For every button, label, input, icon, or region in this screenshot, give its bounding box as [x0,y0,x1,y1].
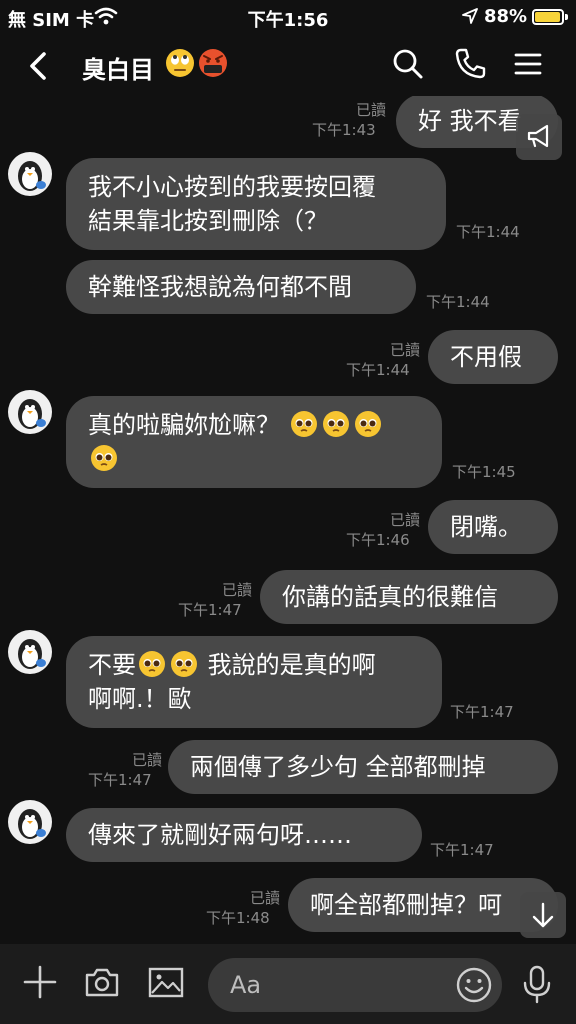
message-bubble-received[interactable]: 不要 我說的是真的啊 啊啊.！歐 [66,636,442,728]
message-bubble-received[interactable]: 傳來了就剛好兩句呀…… [66,808,422,862]
menu-icon[interactable] [510,46,546,82]
message-text: 兩個傳了多少句 全部都刪掉 [190,753,486,781]
message-bubble-sent[interactable]: 不用假 [428,330,558,384]
message-time: 下午1:44 [426,293,490,311]
read-receipt: 已讀 [389,511,420,529]
message-text-line: 結果靠北按到刪除（？ [88,207,328,235]
microphone-icon[interactable] [520,964,554,1004]
penguin-avatar-icon [18,161,46,191]
announcement-button[interactable] [516,114,562,160]
message-bubble-sent[interactable]: 閉嘴。 [428,500,558,554]
message-text: 不用假 [450,343,522,371]
message-text: 你講的話真的很難信 [282,583,498,611]
message-text-line: 啊啊.！歐 [88,685,192,713]
pleading-face-emoji-icon [290,411,317,437]
message-text: 傳來了就剛好兩句呀…… [88,821,352,849]
read-receipt: 已讀 [389,341,420,359]
message-text: 幹難怪我想說為何都不間 [88,273,352,301]
message-time: 下午1:47 [450,703,514,721]
message-meta: 已讀 下午1:44 [346,340,420,380]
message-text: 好 我不看 [418,107,522,135]
arrow-down-icon [532,902,554,928]
message-time: 下午1:44 [456,223,520,241]
message-text: 閉嘴。 [450,513,522,541]
read-receipt: 已讀 [249,889,280,907]
message-text-line: 我不小心按到的我要按回覆 [88,173,376,201]
message-bubble-received[interactable]: 我不小心按到的我要按回覆 結果靠北按到刪除（？ [66,158,446,250]
message-meta: 已讀 下午1:48 [206,888,280,928]
avatar[interactable] [8,152,52,196]
phone-icon[interactable] [452,46,488,82]
message-text: 不要 [88,651,136,679]
chat-messages[interactable]: 已讀 下午1:43 好 我不看 我不小心按到的我要按回覆 結果靠北按到刪除（？ … [0,96,576,944]
message-bubble-sent[interactable]: 啊全部都刪掉？呵 [288,878,558,932]
message-bubble-sent[interactable]: 兩個傳了多少句 全部都刪掉 [168,740,558,794]
message-meta: 已讀 下午1:43 [312,100,386,140]
cursing-emoji-icon [199,49,227,77]
message-text: 啊全部都刪掉？呵 [310,891,502,919]
message-time: 下午1:47 [88,771,152,789]
battery-percent: 88% [484,6,528,27]
message-bubble-sent[interactable]: 你講的話真的很難信 [260,570,558,624]
camera-icon[interactable] [82,962,122,1002]
read-receipt: 已讀 [131,751,162,769]
message-text: 我說的是真的啊 [207,651,376,679]
message-time: 下午1:45 [452,463,516,481]
message-text: 真的啦騙妳尬嘛？ [88,411,280,439]
plus-icon[interactable] [20,962,60,1002]
message-bubble-received[interactable]: 真的啦騙妳尬嘛？ [66,396,442,488]
message-time: 下午1:47 [430,841,494,859]
message-time: 下午1:46 [346,531,410,549]
emoji-icon[interactable] [455,966,493,1004]
avatar[interactable] [8,390,52,434]
message-meta: 已讀 下午1:47 [178,580,252,620]
penguin-avatar-icon [18,399,46,429]
message-meta: 已讀 下午1:47 [88,750,162,790]
message-time: 下午1:44 [346,361,410,379]
pleading-face-emoji-icon [354,411,381,437]
message-meta: 已讀 下午1:46 [346,510,420,550]
megaphone-icon [527,124,549,148]
eye-roll-emoji-icon [166,49,194,77]
battery-tip [565,14,568,20]
pleading-face-emoji-icon [91,445,117,471]
pleading-face-emoji-icon [139,651,165,677]
avatar[interactable] [8,630,52,674]
back-icon[interactable] [20,46,60,86]
avatar[interactable] [8,800,52,844]
pleading-face-emoji-icon [322,411,349,437]
message-time: 下午1:43 [312,121,376,139]
pleading-face-emoji-icon [171,651,197,677]
penguin-avatar-icon [18,639,46,669]
search-icon[interactable] [390,46,426,82]
battery-icon [532,9,564,25]
chat-header: 臭白目 [0,34,576,96]
penguin-avatar-icon [18,809,46,839]
location-arrow-icon [462,8,478,24]
message-bubble-received[interactable]: 幹難怪我想說為何都不間 [66,260,416,314]
image-icon[interactable] [146,962,186,1002]
message-time: 下午1:47 [178,601,242,619]
message-input-bar [0,944,576,1024]
status-bar: 無 SIM 卡 下午1:56 88% [0,0,576,34]
message-time: 下午1:48 [206,909,270,927]
read-receipt: 已讀 [221,581,252,599]
chat-title[interactable]: 臭白目 [82,50,154,85]
read-receipt: 已讀 [355,101,386,119]
scroll-to-bottom-button[interactable] [520,892,566,938]
